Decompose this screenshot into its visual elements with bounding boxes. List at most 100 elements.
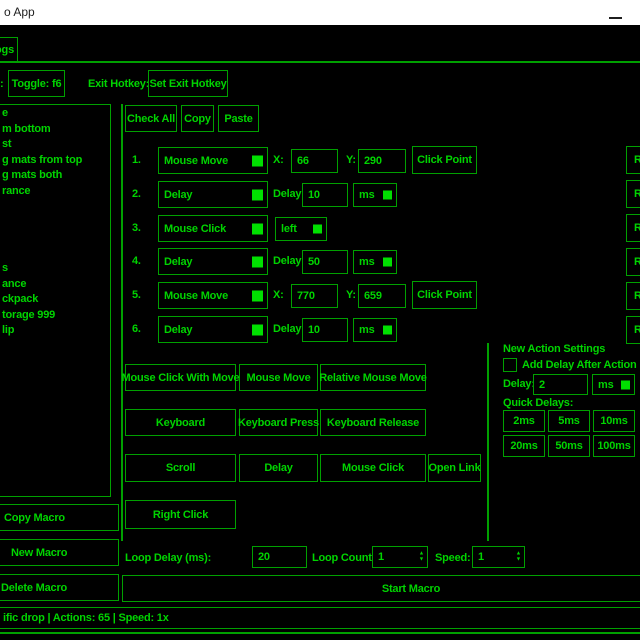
remove-action-button[interactable]: R (626, 248, 640, 276)
stepper-arrows-icon[interactable]: ▲▼ (516, 552, 521, 563)
y-label: Y: (346, 154, 356, 166)
delay-input[interactable]: 50 (302, 250, 348, 274)
exit-hotkey-label: Exit Hotkey: (88, 78, 149, 90)
action-type-value: Delay (164, 256, 192, 268)
open-link-button[interactable]: Open Link (428, 454, 481, 482)
scroll-button[interactable]: Scroll (125, 454, 236, 482)
nas-delay-input[interactable]: 2 (533, 374, 588, 395)
new-macro-button[interactable]: New Macro (0, 539, 119, 566)
macro-list-item[interactable]: ance (2, 278, 26, 290)
delay-label: Delay (273, 188, 301, 200)
speed-value: 1 (478, 551, 484, 563)
delay-input[interactable]: 10 (302, 318, 348, 342)
y-input[interactable]: 290 (358, 149, 406, 173)
delay-label: Delay (273, 255, 301, 267)
minimize-icon[interactable] (609, 17, 622, 19)
quick-delay-button[interactable]: 5ms (548, 410, 590, 432)
status-bar: ific drop | Actions: 65 | Speed: 1x (0, 607, 640, 629)
macro-list-item[interactable]: ckpack (2, 293, 38, 305)
click-point-button[interactable]: Click Point (412, 146, 477, 174)
action-row-number: 4. (132, 255, 141, 267)
remove-action-button[interactable]: R (626, 316, 640, 344)
delay-button[interactable]: Delay (239, 454, 318, 482)
action-type-value: Delay (164, 324, 192, 336)
macro-list-item[interactable]: st (2, 138, 11, 150)
keyboard-press-button[interactable]: Keyboard Press (239, 409, 318, 436)
quick-delay-button[interactable]: 2ms (503, 410, 545, 432)
check-all-button[interactable]: Check All (125, 105, 177, 132)
add-delay-label: Add Delay After Action (522, 359, 637, 371)
start-macro-button[interactable]: Start Macro (122, 575, 640, 602)
macro-list-item[interactable]: s (2, 262, 8, 274)
set-exit-hotkey-button[interactable]: Set Exit Hotkey (148, 70, 228, 97)
toggle-hotkey-button[interactable]: Toggle: f6 (8, 70, 65, 97)
macro-app-window: o App ogs : Toggle: f6 Exit Hotkey: Set … (0, 0, 640, 640)
quick-delays-label: Quick Delays: (503, 397, 573, 409)
click-point-button[interactable]: Click Point (412, 281, 477, 309)
copy-macro-button[interactable]: Copy Macro (0, 504, 119, 531)
paste-button[interactable]: Paste (218, 105, 259, 132)
action-row-number: 5. (132, 289, 141, 301)
action-row-number: 3. (132, 222, 141, 234)
quick-delay-button[interactable]: 10ms (593, 410, 635, 432)
settings-panel-divider (487, 343, 489, 541)
action-type-dropdown[interactable]: Mouse Move (158, 282, 268, 309)
y-input[interactable]: 659 (358, 284, 406, 308)
mouse-click-button[interactable]: Mouse Click (320, 454, 426, 482)
relative-mouse-move-button[interactable]: Relative Mouse Move (320, 364, 426, 391)
dropdown-arrow-icon (252, 324, 263, 335)
remove-action-button[interactable]: R (626, 146, 640, 174)
stepper-arrows-icon[interactable]: ▲▼ (419, 552, 424, 563)
nas-unit-dropdown[interactable]: ms (592, 374, 635, 395)
tab-strip-divider (0, 61, 640, 63)
quick-delay-button[interactable]: 50ms (548, 435, 590, 457)
macro-list-item[interactable]: torage 999 (2, 309, 55, 321)
dropdown-arrow-icon (621, 380, 630, 389)
macro-list-item[interactable]: m bottom (2, 123, 51, 135)
unit-dropdown[interactable]: ms (353, 183, 397, 207)
action-type-dropdown[interactable]: Delay (158, 181, 268, 208)
tab-logs[interactable]: ogs (0, 37, 18, 62)
macro-list-item[interactable]: lip (2, 324, 14, 336)
quick-delay-button[interactable]: 20ms (503, 435, 545, 457)
action-row-number: 6. (132, 323, 141, 335)
copy-button[interactable]: Copy (181, 105, 214, 132)
dropdown-arrow-icon (252, 155, 263, 166)
dropdown-arrow-icon (252, 256, 263, 267)
dropdown-arrow-icon (383, 258, 392, 267)
action-type-value: Mouse Click (164, 223, 226, 235)
unit-value: ms (598, 379, 614, 391)
action-type-dropdown[interactable]: Delay (158, 248, 268, 275)
macro-list-item[interactable]: g mats from top (2, 154, 82, 166)
macro-list-item[interactable]: e (2, 107, 8, 119)
keyboard-button[interactable]: Keyboard (125, 409, 236, 436)
quick-delay-button[interactable]: 100ms (593, 435, 635, 457)
mouse-button-dropdown[interactable]: left (275, 217, 327, 241)
x-input[interactable]: 770 (291, 284, 338, 308)
right-click-button[interactable]: Right Click (125, 500, 236, 529)
toggle-hotkey-label-fragment: : (0, 78, 3, 90)
action-type-dropdown[interactable]: Mouse Move (158, 147, 268, 174)
macro-list-item[interactable]: g mats both (2, 169, 62, 181)
delay-input[interactable]: 10 (302, 183, 348, 207)
unit-dropdown[interactable]: ms (353, 318, 397, 342)
dropdown-arrow-icon (252, 189, 263, 200)
x-input[interactable]: 66 (291, 149, 338, 173)
mouse-move-button[interactable]: Mouse Move (239, 364, 318, 391)
speed-stepper[interactable]: 1 ▲▼ (472, 546, 525, 568)
action-type-dropdown[interactable]: Delay (158, 316, 268, 343)
remove-action-button[interactable]: R (626, 180, 640, 208)
loop-count-label: Loop Count: (312, 552, 375, 564)
macro-list-item[interactable]: rance (2, 185, 30, 197)
loop-count-stepper[interactable]: 1 ▲▼ (372, 546, 428, 568)
keyboard-release-button[interactable]: Keyboard Release (320, 409, 426, 436)
dropdown-arrow-icon (252, 290, 263, 301)
unit-dropdown[interactable]: ms (353, 250, 397, 274)
action-type-dropdown[interactable]: Mouse Click (158, 215, 268, 242)
delete-macro-button[interactable]: Delete Macro (0, 574, 119, 601)
loop-delay-input[interactable]: 20 (252, 546, 307, 568)
remove-action-button[interactable]: R (626, 214, 640, 242)
remove-action-button[interactable]: R (626, 282, 640, 310)
add-delay-checkbox[interactable] (503, 358, 517, 372)
mouse-click-with-move-button[interactable]: Mouse Click With Move (125, 364, 236, 391)
